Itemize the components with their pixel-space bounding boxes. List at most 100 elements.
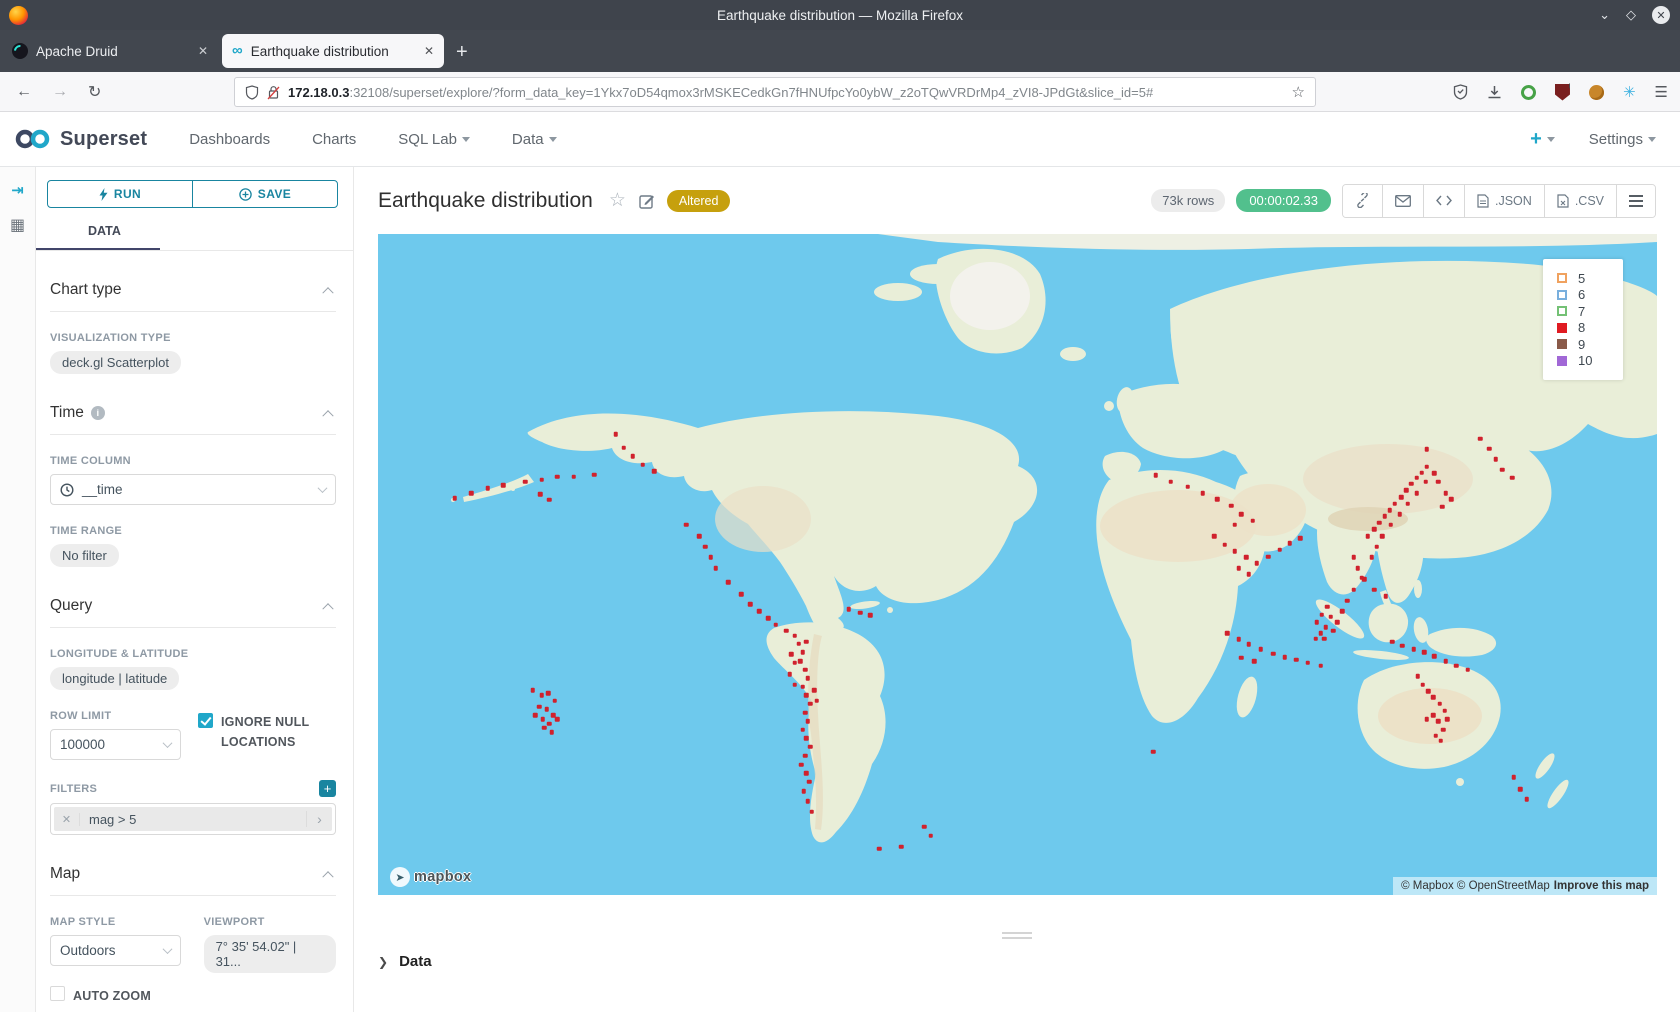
earthquake-point[interactable]	[1345, 599, 1350, 604]
earthquake-point[interactable]	[555, 474, 560, 479]
earthquake-point[interactable]	[1355, 566, 1360, 571]
earthquake-point[interactable]	[1440, 505, 1445, 510]
earthquake-point[interactable]	[1524, 797, 1529, 802]
earthquake-point[interactable]	[1329, 614, 1334, 619]
earthquake-point[interactable]	[812, 688, 817, 693]
earthquake-point[interactable]	[621, 445, 626, 450]
earthquake-point[interactable]	[547, 722, 552, 727]
earthquake-point[interactable]	[1390, 640, 1395, 645]
download-icon[interactable]	[1487, 85, 1502, 100]
earthquake-point[interactable]	[1233, 549, 1238, 554]
bookmark-star-icon[interactable]: ☆	[1292, 83, 1305, 101]
panel-drag-handle[interactable]	[1002, 929, 1032, 942]
earthquake-point[interactable]	[1389, 523, 1394, 528]
earthquake-point[interactable]	[1271, 651, 1276, 656]
earthquake-point[interactable]	[571, 474, 576, 479]
window-maximize-button[interactable]: ◇	[1626, 7, 1636, 23]
earthquake-point[interactable]	[1239, 512, 1244, 517]
viz-type-value[interactable]: deck.gl Scatterplot	[50, 351, 181, 374]
earthquake-point[interactable]	[814, 698, 819, 703]
extension-icon[interactable]	[1521, 85, 1536, 100]
section-chart-type[interactable]: Chart type	[50, 281, 336, 299]
earthquake-point[interactable]	[1298, 536, 1303, 541]
earthquake-point[interactable]	[1185, 484, 1190, 489]
earthquake-point[interactable]	[1454, 663, 1459, 668]
nav-data[interactable]: Data	[512, 131, 557, 148]
earthquake-point[interactable]	[793, 634, 798, 639]
earthquake-point[interactable]	[1414, 476, 1419, 481]
earthquake-point[interactable]	[1153, 473, 1158, 478]
earthquake-point[interactable]	[1370, 555, 1375, 560]
map-style-select[interactable]: Outdoors	[50, 935, 181, 966]
lonlat-value[interactable]: longitude | latitude	[50, 667, 179, 690]
earthquake-point[interactable]	[793, 661, 798, 666]
nav-charts[interactable]: Charts	[312, 131, 356, 148]
section-map[interactable]: Map	[50, 865, 336, 883]
attribution-text[interactable]: © Mapbox © OpenStreetMap	[1401, 880, 1550, 892]
earthquake-point[interactable]	[1431, 695, 1436, 700]
earthquake-point[interactable]	[798, 659, 803, 664]
earthquake-point[interactable]	[1377, 521, 1382, 526]
earthquake-point[interactable]	[1372, 527, 1377, 532]
earthquake-point[interactable]	[1247, 572, 1252, 577]
earthquake-point[interactable]	[1439, 739, 1444, 744]
reload-button[interactable]: ↻	[88, 82, 101, 102]
earthquake-point[interactable]	[555, 717, 560, 722]
nav-sql-lab[interactable]: SQL Lab	[398, 131, 470, 148]
earthquake-point[interactable]	[804, 640, 809, 645]
earthquake-point[interactable]	[1225, 631, 1230, 636]
extension-asterisk-icon[interactable]: ✳	[1623, 83, 1636, 101]
earthquake-point[interactable]	[800, 650, 805, 655]
earthquake-point[interactable]	[1151, 749, 1156, 754]
earthquake-point[interactable]	[793, 683, 798, 688]
earthquake-point[interactable]	[1384, 594, 1389, 599]
earthquake-point[interactable]	[1494, 457, 1499, 462]
earthquake-point[interactable]	[1382, 514, 1387, 519]
earthquake-point[interactable]	[1252, 659, 1257, 664]
earthquake-point[interactable]	[537, 704, 542, 709]
earthquake-point[interactable]	[1315, 620, 1320, 625]
earthquake-point[interactable]	[1423, 480, 1428, 485]
earthquake-point[interactable]	[469, 491, 474, 496]
earthquake-point[interactable]	[1416, 674, 1421, 679]
earthquake-point[interactable]	[1325, 605, 1330, 610]
earthquake-point[interactable]	[539, 693, 544, 698]
pocket-shield-icon[interactable]	[1453, 84, 1468, 100]
embed-code-button[interactable]	[1423, 185, 1464, 217]
filter-value[interactable]: mag > 5	[80, 812, 136, 827]
checkbox-checked-icon[interactable]	[198, 713, 213, 728]
earthquake-point[interactable]	[1266, 554, 1271, 559]
earthquake-point[interactable]	[713, 566, 718, 571]
add-filter-button[interactable]: +	[319, 780, 336, 797]
earthquake-point[interactable]	[1433, 733, 1438, 738]
cookie-extension-icon[interactable]	[1589, 85, 1604, 100]
earthquake-point[interactable]	[1425, 464, 1430, 469]
earthquake-point[interactable]	[805, 719, 810, 724]
viewport-value[interactable]: 7° 35' 54.02" | 31...	[204, 935, 336, 973]
earthquake-point[interactable]	[739, 592, 744, 597]
earthquake-point[interactable]	[1247, 642, 1252, 647]
earthquake-point[interactable]	[1222, 542, 1227, 547]
data-panel-toggle[interactable]: ❯ Data	[378, 953, 432, 970]
earthquake-point[interactable]	[552, 698, 557, 703]
earthquake-point[interactable]	[486, 486, 491, 491]
auto-zoom-checkbox[interactable]: AUTO ZOOM	[50, 985, 336, 1006]
earthquake-point[interactable]	[545, 707, 550, 712]
earthquake-point[interactable]	[1409, 482, 1414, 487]
earthquake-point[interactable]	[858, 611, 863, 616]
earthquake-point[interactable]	[804, 736, 809, 741]
earthquake-point[interactable]	[1251, 519, 1256, 524]
earthquake-point[interactable]	[1441, 728, 1446, 733]
earthquake-point[interactable]	[1229, 503, 1234, 508]
time-column-select[interactable]: __time	[50, 474, 336, 505]
earthquake-point[interactable]	[538, 492, 543, 497]
earthquake-point[interactable]	[1518, 787, 1523, 792]
tab-close-icon[interactable]: ✕	[424, 44, 434, 58]
earthquake-point[interactable]	[797, 642, 802, 647]
insecure-lock-icon[interactable]	[267, 85, 280, 100]
earthquake-point[interactable]	[803, 710, 808, 715]
earthquake-point[interactable]	[1201, 491, 1206, 496]
earthquake-point[interactable]	[592, 472, 597, 477]
earthquake-point[interactable]	[1465, 667, 1470, 672]
tab-close-icon[interactable]: ✕	[198, 44, 208, 58]
